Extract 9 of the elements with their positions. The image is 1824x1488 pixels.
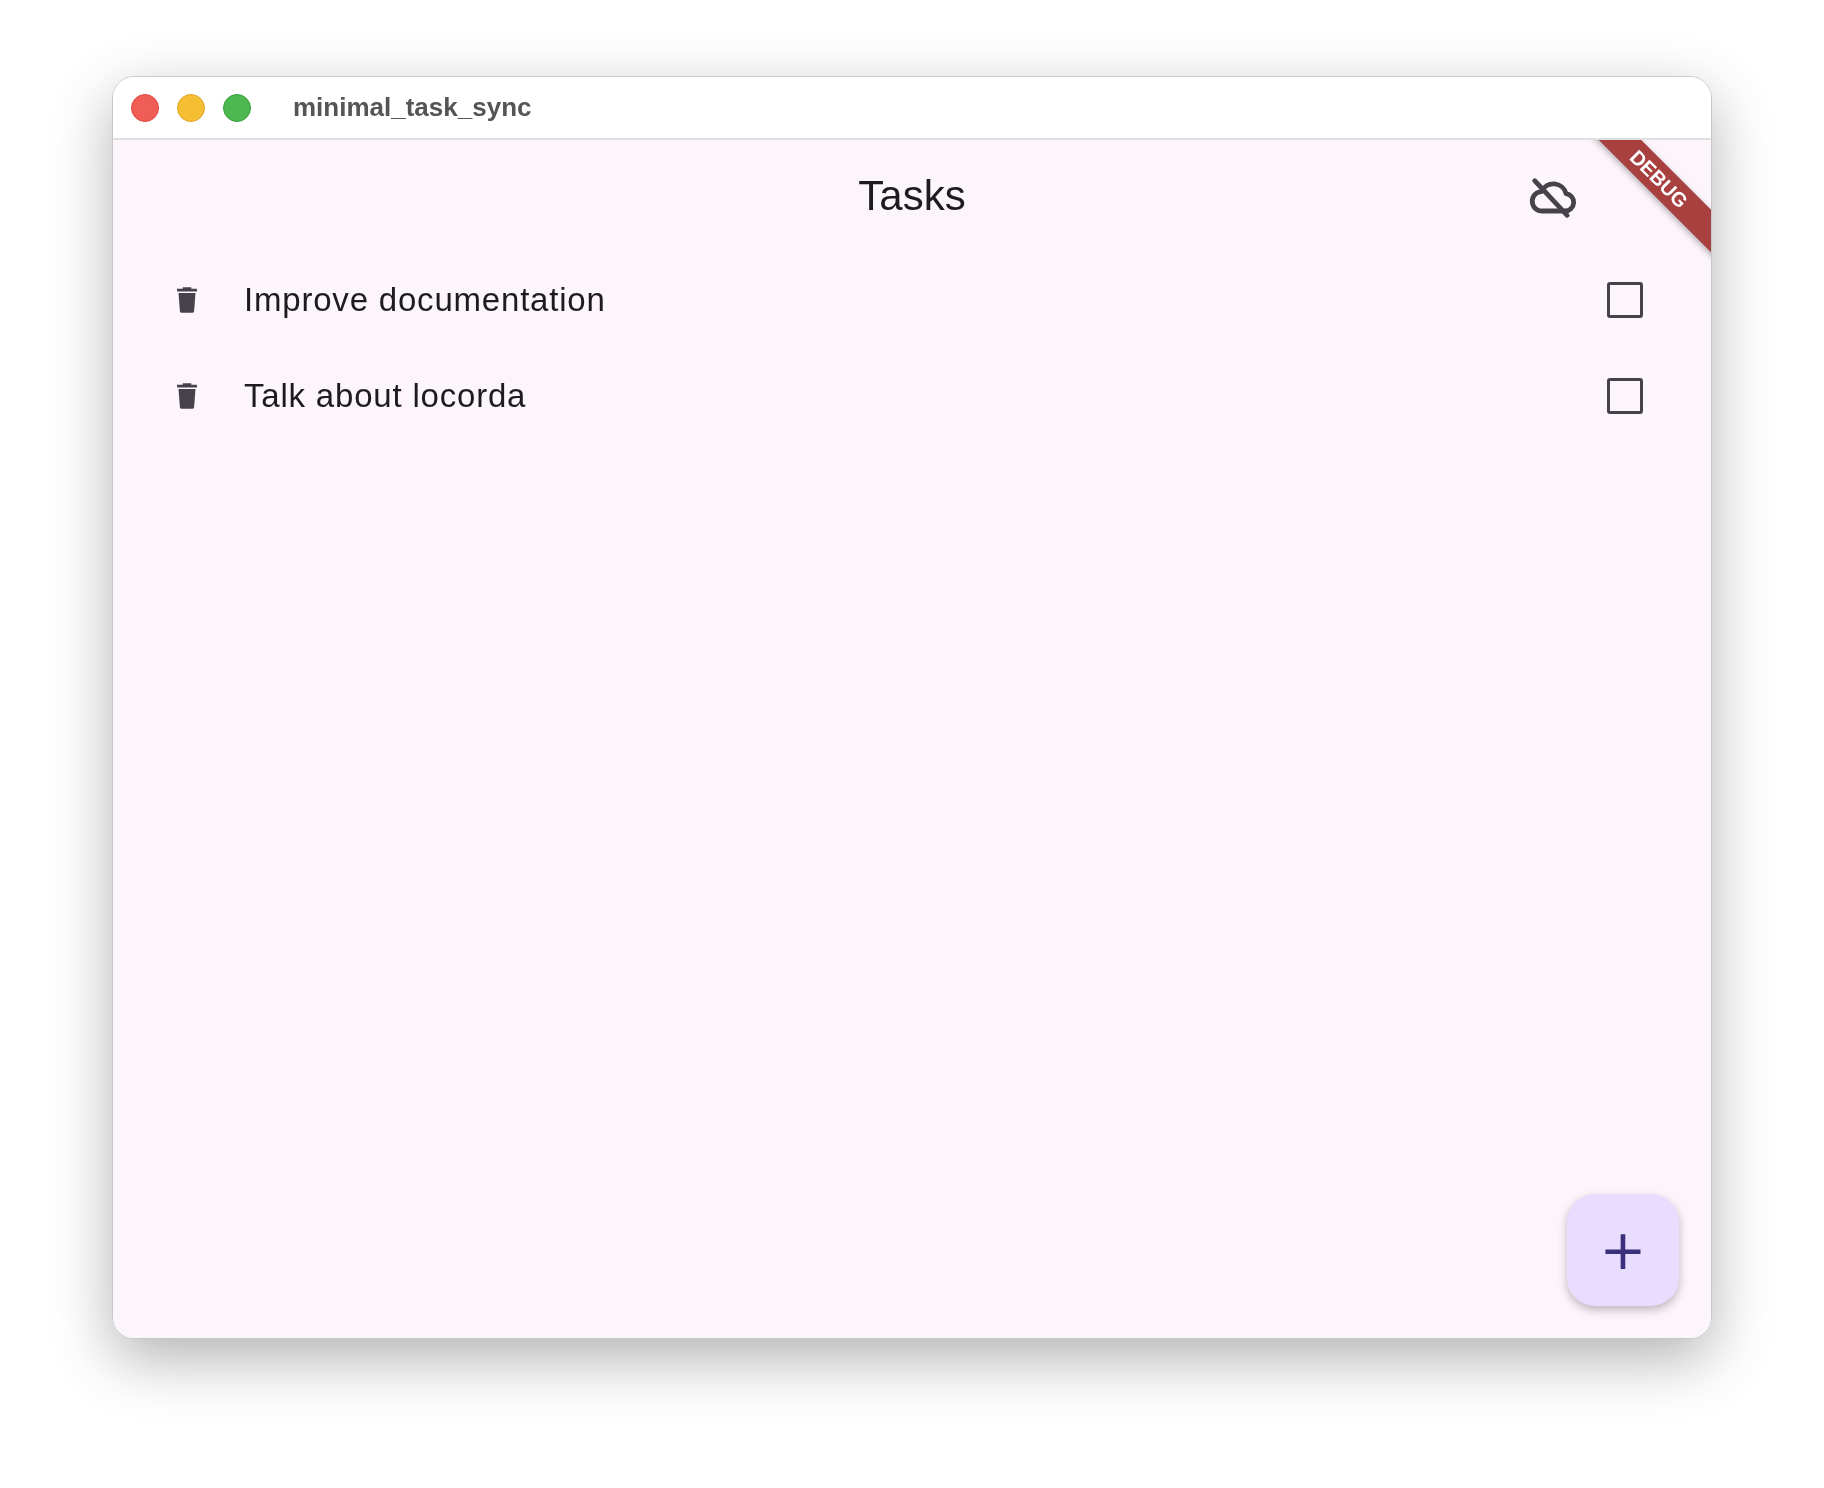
maximize-button[interactable] bbox=[223, 93, 251, 122]
window-title: minimal_task_sync bbox=[293, 92, 532, 123]
task-checkbox[interactable] bbox=[1607, 282, 1643, 318]
page-title: Tasks bbox=[858, 172, 966, 220]
task-title: Talk about locorda bbox=[244, 377, 528, 415]
task-title: Improve documentation bbox=[244, 281, 607, 319]
add-button[interactable]: + bbox=[1567, 1194, 1679, 1306]
close-button[interactable] bbox=[131, 93, 159, 122]
task-checkbox[interactable] bbox=[1607, 378, 1643, 414]
